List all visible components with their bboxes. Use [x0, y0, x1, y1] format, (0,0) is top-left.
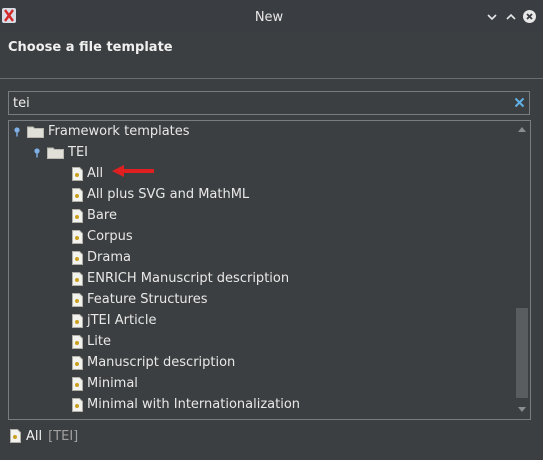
- tree-item[interactable]: Minimal: [72, 373, 138, 394]
- template-file-icon: [72, 397, 83, 412]
- template-file-icon: [72, 355, 83, 370]
- tree-item[interactable]: Feature Structures: [72, 289, 208, 310]
- folder-icon: [47, 147, 64, 159]
- search-field[interactable]: [8, 91, 530, 115]
- template-file-icon: [72, 166, 83, 181]
- tree-item-all[interactable]: All: [72, 163, 103, 184]
- collapse-toggle-icon[interactable]: [33, 147, 41, 158]
- tree-item[interactable]: All plus SVG and MathML: [72, 184, 249, 205]
- tree-item[interactable]: Manuscript description: [72, 352, 235, 373]
- tree-item-label: Bare: [87, 208, 117, 223]
- tree-node-label: Framework templates: [48, 124, 190, 139]
- template-file-icon: [72, 208, 83, 223]
- tree-item[interactable]: jTEI Article: [72, 310, 156, 331]
- tree-node-label: TEI: [68, 145, 88, 160]
- clear-icon[interactable]: [514, 97, 525, 108]
- window-title: New: [254, 10, 284, 25]
- tree-item[interactable]: Lite: [72, 331, 111, 352]
- tree-item-label: Drama: [87, 250, 131, 265]
- tree-item-label: Manuscript description: [87, 355, 236, 370]
- header-separator: [0, 78, 543, 79]
- tree-item[interactable]: Bare: [72, 205, 117, 226]
- vertical-scrollbar[interactable]: [514, 121, 530, 419]
- scrollbar-thumb[interactable]: [516, 308, 528, 398]
- tree-item-label: Minimal with Internationalization: [87, 397, 301, 412]
- selected-template-framework: [TEI]: [48, 428, 79, 444]
- collapse-toggle-icon[interactable]: [13, 126, 21, 137]
- tree-item[interactable]: Minimal with Internationalization: [72, 394, 300, 415]
- template-file-icon: [10, 429, 21, 443]
- tree-item-label: ENRICH Manuscript description: [87, 271, 290, 286]
- search-input[interactable]: [13, 94, 503, 112]
- tree-item[interactable]: ENRICH Manuscript description: [72, 268, 289, 289]
- tree-node-framework-templates[interactable]: Framework templates: [13, 121, 190, 142]
- template-file-icon: [72, 334, 83, 349]
- tree-node-tei[interactable]: TEI: [33, 142, 88, 163]
- page-title: Choose a file template: [8, 40, 173, 55]
- tree-item-label: All: [87, 166, 104, 181]
- folder-icon: [27, 126, 44, 138]
- tree-item-label: Feature Structures: [87, 292, 208, 307]
- scroll-down-icon[interactable]: [517, 406, 527, 414]
- tree-item-label: Minimal: [87, 376, 138, 391]
- template-tree[interactable]: Framework templates TEI All All plus SVG…: [8, 120, 531, 420]
- template-file-icon: [72, 292, 83, 307]
- scroll-up-icon[interactable]: [517, 125, 527, 133]
- template-file-icon: [72, 187, 83, 202]
- tree-item[interactable]: Drama: [72, 247, 131, 268]
- template-file-icon: [72, 229, 83, 244]
- tree-item-label: All plus SVG and MathML: [87, 187, 250, 202]
- minimize-icon[interactable]: [486, 11, 498, 23]
- close-icon[interactable]: [523, 10, 536, 23]
- maximize-icon[interactable]: [505, 11, 517, 23]
- selected-template-name: All: [26, 428, 43, 444]
- tree-item-label: Lite: [87, 334, 111, 349]
- template-file-icon: [72, 376, 83, 391]
- tree-item-label: Corpus: [87, 229, 133, 244]
- template-file-icon: [72, 271, 83, 286]
- template-file-icon: [72, 313, 83, 328]
- template-file-icon: [72, 250, 83, 265]
- tree-item[interactable]: Corpus: [72, 226, 133, 247]
- title-bar: New: [0, 0, 543, 31]
- annotation-arrow-icon: [112, 165, 154, 177]
- tree-item-label: jTEI Article: [87, 313, 157, 328]
- selection-status: All [TEI]: [10, 427, 78, 445]
